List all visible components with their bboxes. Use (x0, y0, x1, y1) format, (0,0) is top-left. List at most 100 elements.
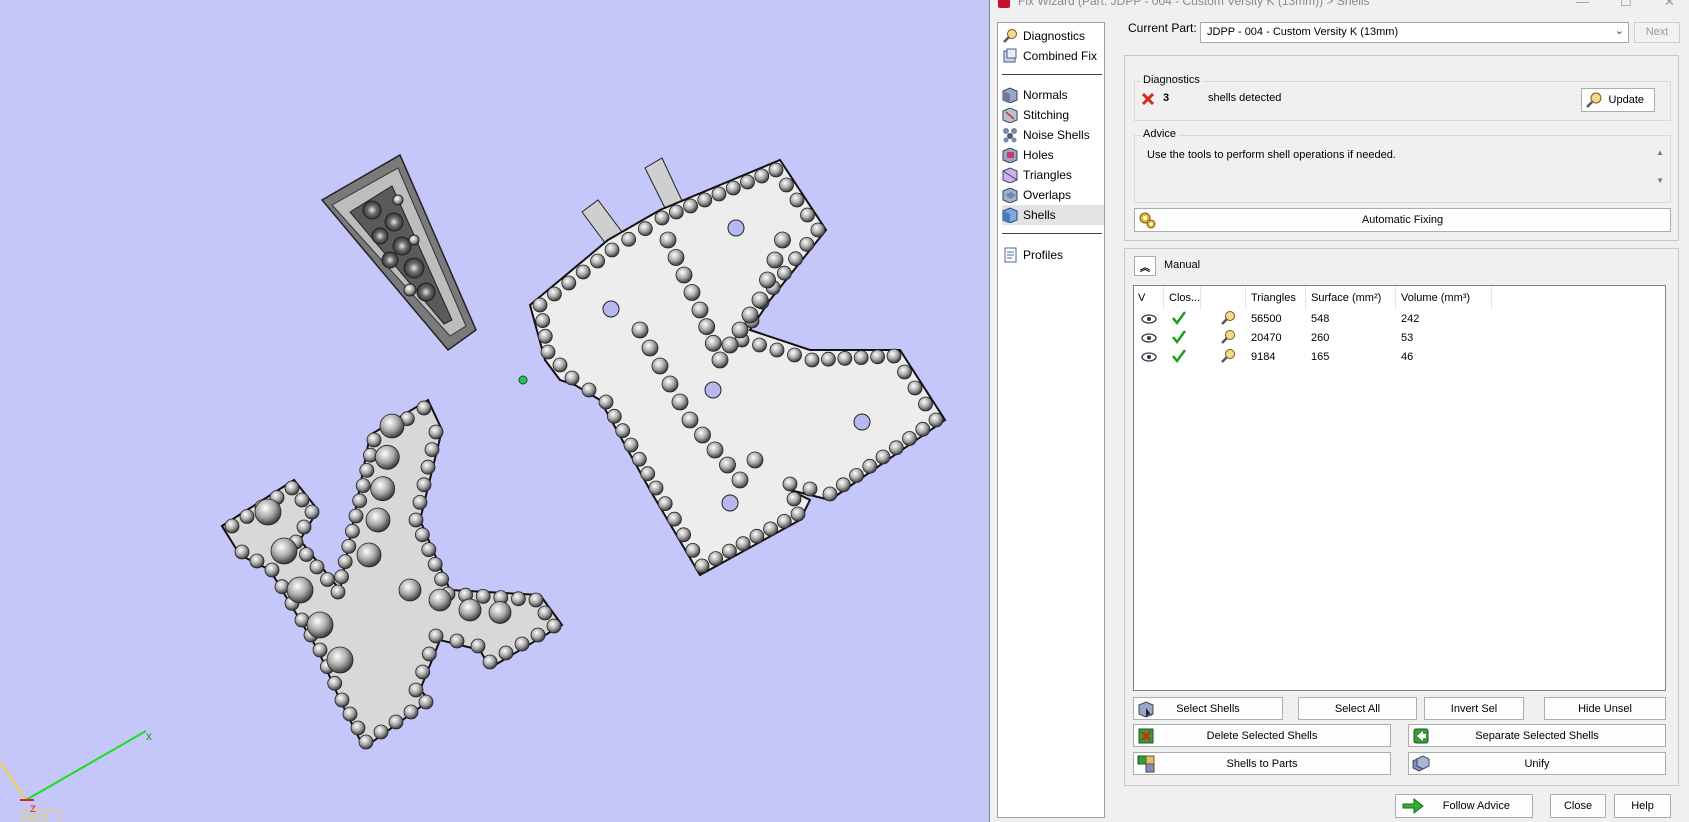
collapse-manual-button[interactable]: ︽ (1134, 256, 1156, 276)
stone-bead (344, 523, 360, 539)
stone-bead (334, 569, 350, 585)
stone-bead (804, 352, 820, 368)
stone-bead (641, 339, 659, 357)
3d-viewport[interactable]: x z WCS (0, 0, 990, 822)
stone-bead (631, 321, 649, 339)
delete-selected-shells-button[interactable]: Delete Selected Shells (1133, 724, 1391, 747)
triangles-icon (1002, 167, 1018, 184)
visible-eye-icon[interactable] (1140, 349, 1158, 366)
unify-button[interactable]: Unify (1408, 752, 1666, 775)
column-header-surface[interactable]: Surface (mm²) (1306, 286, 1396, 310)
stone-bead (789, 192, 805, 208)
stone-bead (875, 449, 891, 465)
nav-label: Profiles (1023, 248, 1064, 262)
shells-table[interactable]: V Clos... Triangles Surface (mm²) Volume… (1133, 285, 1666, 691)
visible-eye-icon[interactable] (1140, 311, 1158, 328)
next-button[interactable]: Next (1634, 22, 1680, 43)
stone-bead (427, 557, 443, 572)
close-window-button[interactable]: ✕ (1664, 0, 1675, 10)
stitching-icon (1002, 107, 1018, 124)
stone-bead (787, 347, 802, 363)
column-header-closed[interactable]: Clos... (1164, 286, 1201, 310)
stone-bead (373, 724, 389, 740)
closed-check-icon (1171, 348, 1187, 367)
table-row[interactable]: 9184 165 46 (1134, 348, 1665, 367)
bail-shell[interactable] (320, 153, 477, 352)
nav-label: Overlaps (1023, 188, 1072, 202)
stone-bead (776, 514, 792, 529)
automatic-fixing-button[interactable]: Automatic Fixing (1134, 208, 1671, 232)
stone-bead (704, 334, 722, 352)
table-row[interactable]: 56500 548 242 (1134, 310, 1665, 329)
shells-to-parts-icon (1137, 755, 1155, 773)
large-k-shell[interactable] (528, 157, 947, 577)
nav-item-normals[interactable]: Normals (1002, 85, 1104, 105)
nav-item-stitching[interactable]: Stitching (1002, 105, 1104, 125)
invert-sel-button[interactable]: Invert Sel (1424, 697, 1524, 720)
current-part-select[interactable]: JDPP - 004 - Custom Versity K (13mm) ⌄ (1200, 22, 1629, 43)
stone-bead (306, 611, 334, 639)
stone-bead (414, 527, 430, 543)
maximize-button[interactable]: ☐ (1620, 0, 1632, 10)
stone-bead (706, 441, 724, 459)
nav-item-shells[interactable]: Shells (1002, 205, 1104, 225)
column-header-inspect[interactable] (1201, 286, 1246, 310)
scroll-down-arrow[interactable]: ▼ (1656, 176, 1664, 185)
column-header-volume[interactable]: Volume (mm³) (1396, 286, 1492, 310)
stone-bead (754, 168, 770, 184)
select-shells-button[interactable]: Select Shells (1133, 697, 1283, 720)
nav-item-noise-shells[interactable]: Noise Shells (1002, 125, 1104, 145)
stone-bead (888, 440, 904, 456)
scroll-up-arrow[interactable]: ▲ (1656, 148, 1664, 157)
inspect-magnifier-icon[interactable] (1220, 329, 1236, 348)
stone-bead (326, 646, 354, 674)
stone-bead (676, 527, 691, 543)
stone-bead (661, 375, 679, 393)
nav-item-diagnostics[interactable]: Diagnostics (1002, 26, 1104, 46)
stone-bead (719, 456, 736, 474)
scene-canvas[interactable]: x z WCS (0, 0, 990, 822)
help-button[interactable]: Help (1614, 794, 1671, 818)
nav-item-triangles[interactable]: Triangles (1002, 165, 1104, 185)
close-button[interactable]: Close (1550, 794, 1606, 818)
stone-bead (358, 734, 374, 750)
hide-unsel-button[interactable]: Hide Unsel (1544, 697, 1666, 720)
stone-bead (352, 493, 368, 509)
stone-bead (428, 628, 444, 644)
inspect-magnifier-icon[interactable] (1220, 310, 1236, 329)
stone-bead (449, 633, 465, 649)
stone-bead (777, 265, 792, 281)
nav-item-holes[interactable]: Holes (1002, 145, 1104, 165)
wizard-nav: Diagnostics Combined Fix Normals Stitchi… (997, 22, 1105, 818)
stone-bead (746, 451, 764, 469)
x-axis-label: x (146, 729, 152, 743)
stone-bead (886, 348, 902, 364)
close-label: Close (1563, 800, 1593, 812)
stone-bead (631, 451, 647, 467)
update-button[interactable]: Update (1581, 88, 1655, 112)
stone-bead (575, 264, 591, 280)
stone-bead (800, 207, 815, 223)
separate-selected-shells-button[interactable]: Separate Selected Shells (1408, 724, 1666, 747)
minimize-button[interactable]: — (1576, 0, 1589, 9)
column-header-visible[interactable]: V (1134, 286, 1164, 310)
stone-bead (408, 512, 424, 528)
select-all-button[interactable]: Select All (1298, 697, 1417, 720)
stone-bead (862, 458, 878, 474)
diagnostics-status: shells detected (1208, 92, 1282, 104)
stone-bead (458, 598, 482, 622)
nav-item-profiles[interactable]: Profiles (1002, 245, 1104, 265)
stone-bead (498, 645, 514, 661)
visible-eye-icon[interactable] (1140, 330, 1158, 347)
shells-to-parts-button[interactable]: Shells to Parts (1133, 752, 1391, 775)
nav-item-overlaps[interactable]: Overlaps (1002, 185, 1104, 205)
table-row[interactable]: 20470 260 53 (1134, 329, 1665, 348)
inspect-magnifier-icon[interactable] (1220, 348, 1236, 367)
stone-bead (671, 393, 689, 411)
stone-bead (698, 318, 716, 336)
stone-bead (294, 492, 310, 508)
nav-item-combined-fix[interactable]: Combined Fix (1002, 46, 1104, 66)
column-header-triangles[interactable]: Triangles (1246, 286, 1306, 310)
follow-advice-button[interactable]: Follow Advice (1395, 794, 1533, 818)
stone-bead (731, 471, 749, 489)
